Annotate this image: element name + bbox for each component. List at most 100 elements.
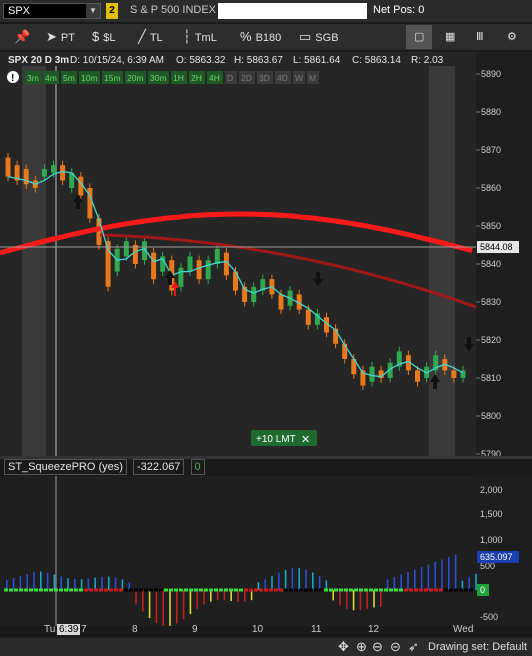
squeeze-dot	[364, 588, 368, 592]
time-label: Wed	[453, 624, 474, 635]
study-value: -322.067	[133, 459, 185, 475]
candle	[41, 169, 47, 177]
crosshair-icon[interactable]: ✥	[338, 639, 349, 655]
candle	[123, 241, 129, 257]
price-axis-label: 5800	[481, 411, 501, 421]
squeeze-dot	[209, 588, 213, 592]
pan-icon[interactable]: ➶	[408, 639, 419, 655]
histogram-bar	[250, 590, 253, 601]
squeeze-dot	[349, 588, 353, 592]
squeeze-dot	[9, 588, 13, 592]
study-axis-label: 2,000	[480, 485, 503, 495]
squeeze-dot	[194, 588, 198, 592]
squeeze-dot	[179, 588, 183, 592]
zoom-out-icon[interactable]: ⊖	[372, 639, 383, 655]
squeeze-dot	[404, 588, 408, 592]
candle	[178, 267, 184, 287]
timeframe-label: 4H	[209, 73, 220, 83]
histogram-bar	[339, 590, 341, 606]
histogram-bar	[101, 576, 103, 590]
close-icon[interactable]: ✕	[301, 434, 310, 446]
candle	[60, 165, 66, 181]
symbol-input[interactable]: SPX ▼	[3, 3, 101, 19]
squeeze-dot	[284, 588, 288, 592]
study-axis-label: 1,000	[480, 535, 503, 545]
squeeze-dot	[19, 588, 23, 592]
candle	[187, 256, 193, 272]
histogram-bar	[19, 576, 22, 590]
sgb-button[interactable]: ▭ SGB	[299, 24, 339, 50]
squeeze-pane[interactable]: 2,000 1,500 1,000 500 -500 635.097 0	[0, 476, 532, 626]
symbol-bar: SPX ▼ 2 S & P 500 INDEX Net Pos: 0	[0, 0, 532, 22]
histogram-bar	[223, 590, 226, 601]
squeeze-dot	[459, 588, 463, 592]
timeframe-label: 30m	[150, 73, 167, 83]
trendline-button[interactable]: ╱ TL	[138, 24, 163, 50]
price-axis-label: 5850	[481, 221, 501, 231]
bars-icon[interactable]: Ⅲ	[476, 24, 484, 50]
squeeze-dot	[339, 588, 343, 592]
squeeze-dot	[254, 588, 258, 592]
histogram-bar	[244, 590, 246, 602]
price-chart[interactable]: SPX 20 D 3m D: 10/15/24, 6:39 AM O: 5863…	[0, 52, 532, 459]
price-level-button[interactable]: $ $L	[92, 24, 115, 50]
chevron-down-icon[interactable]: ▼	[86, 4, 100, 18]
squeeze-dot	[334, 588, 338, 592]
time-label: Tu	[44, 624, 56, 635]
timeframe-label: W	[295, 73, 303, 83]
squeeze-dot	[464, 588, 468, 592]
time-label: 9	[192, 624, 198, 635]
squeeze-dot	[439, 588, 443, 592]
time-label-cursor: 6:39	[57, 624, 81, 635]
squeeze-dot	[279, 588, 283, 592]
histogram-bar	[264, 579, 266, 590]
gear-icon[interactable]: ⚙	[507, 24, 517, 50]
histogram-bar	[271, 575, 273, 590]
timeline-button[interactable]: ┆ TmL	[183, 24, 217, 50]
candle	[214, 248, 220, 264]
histogram-bar	[162, 590, 164, 626]
study-name[interactable]: ST_SqueezePRO (yes)	[4, 459, 127, 475]
timeframe-label: 10m	[81, 73, 98, 83]
grid-icon[interactable]: ▦	[445, 24, 455, 50]
histogram-bar	[420, 567, 423, 590]
candle	[151, 252, 157, 280]
squeeze-dot	[309, 588, 313, 592]
histogram-bar	[189, 590, 192, 615]
squeeze-dot	[159, 588, 163, 592]
histogram-bar	[284, 569, 287, 590]
link-number-button[interactable]: 2	[106, 3, 118, 19]
squeeze-dot	[4, 588, 8, 592]
histogram-bar	[278, 572, 280, 590]
timeframe-label: 20m	[127, 73, 144, 83]
zoom-minus-icon[interactable]: ⊝	[390, 639, 401, 655]
drawing-set-label[interactable]: Drawing set: Default	[428, 641, 527, 653]
squeeze-dot	[199, 588, 203, 592]
chart-close: C: 5863.14	[352, 55, 401, 66]
histogram-bar	[407, 572, 409, 590]
chart-symbol-period: SPX 20 D 3m	[8, 55, 69, 66]
histogram-bar	[298, 568, 300, 590]
blank-field	[218, 3, 367, 19]
zoom-in-icon[interactable]: ⊕	[356, 639, 367, 655]
b180-button[interactable]: % B180	[240, 24, 281, 50]
squeeze-dot	[114, 588, 118, 592]
candle	[415, 370, 420, 382]
squeeze-dot	[124, 588, 128, 592]
histogram-bar	[475, 573, 477, 590]
squeeze-dot	[149, 588, 153, 592]
squeeze-dot	[144, 588, 148, 592]
time-label: 11	[311, 624, 322, 635]
squeeze-dot	[204, 588, 208, 592]
squeeze-dot	[119, 588, 123, 592]
squeeze-dot	[359, 588, 363, 592]
squeeze-dot	[229, 588, 233, 592]
squeeze-dot	[409, 588, 413, 592]
squeeze-dot	[264, 588, 268, 592]
squeeze-dot	[74, 588, 78, 592]
squeeze-dot	[399, 588, 403, 592]
pin-icon[interactable]: 📌	[14, 24, 34, 50]
pt-tool-button[interactable]: ➤ PT	[46, 24, 75, 50]
histogram-bar	[121, 579, 124, 590]
net-position: Net Pos: 0	[373, 4, 425, 16]
